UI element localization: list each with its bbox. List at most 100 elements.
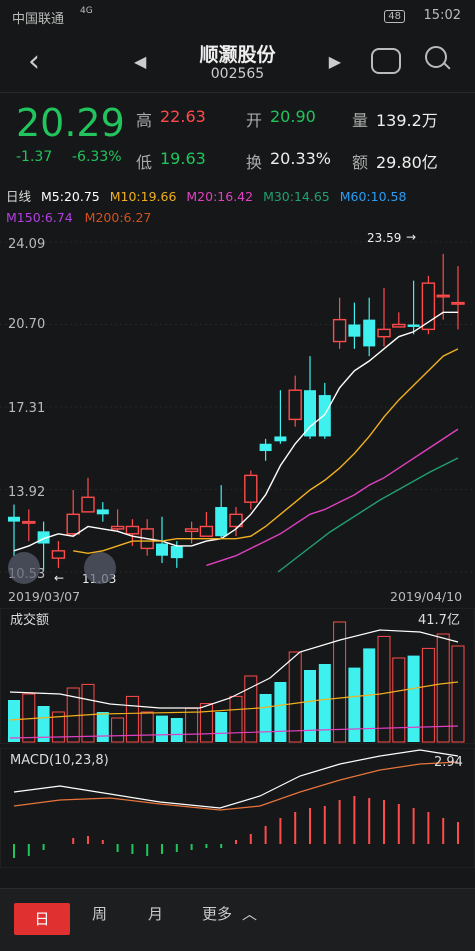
robot-icon[interactable] — [371, 48, 401, 74]
volume-chart[interactable]: 成交额 41.7亿 — [0, 608, 475, 744]
volume-bar — [185, 707, 199, 743]
candle-body — [304, 390, 316, 437]
search-icon[interactable] — [425, 46, 447, 68]
m30-line — [277, 457, 459, 573]
candle-body — [348, 324, 361, 337]
price-change: -1.37 — [16, 149, 53, 165]
period-tabs: 日 周 月 更多 ︿ — [0, 888, 475, 951]
tab-more[interactable]: 更多 — [202, 903, 232, 924]
amount-label: 额 — [352, 153, 369, 172]
ma-legend-2: M150:6.74 M200:6.27 — [6, 210, 475, 225]
chevron-up-icon[interactable]: ︿ — [242, 903, 257, 924]
ma60-label: M60:10.58 — [339, 189, 407, 204]
low-value: 19.63 — [160, 149, 206, 168]
kline-chart[interactable]: 24.09 20.70 17.31 13.92 10.53 23.59 → 11… — [0, 232, 475, 604]
ma10-label: M10:19.66 — [109, 189, 177, 204]
volume-bar — [451, 645, 465, 743]
zoom-out-icon[interactable] — [8, 552, 40, 584]
volume-panel-value: 41.7亿 — [418, 613, 460, 628]
x-start-date: 2019/03/07 — [8, 589, 80, 604]
period-label[interactable]: 日线 — [6, 189, 31, 204]
candle-body — [156, 543, 168, 556]
volume-panel-label: 成交额 — [10, 612, 49, 628]
volume-bar — [215, 712, 228, 742]
status-bar: 中国联通 4G 48 15:02 — [0, 0, 475, 34]
open-label: 开 — [246, 111, 263, 130]
arrow-left-icon: ← — [54, 571, 64, 585]
clock: 15:02 — [423, 8, 461, 23]
open-value: 20.90 — [270, 107, 316, 126]
high-label: 高 — [136, 111, 153, 130]
ma5-label: M5:20.75 — [41, 189, 100, 204]
amount-value: 29.80亿 — [376, 153, 438, 172]
volume-bar — [348, 667, 361, 742]
tab-day[interactable]: 日 — [14, 903, 70, 935]
candle-body — [274, 436, 287, 442]
tab-week[interactable]: 周 — [92, 903, 107, 924]
stock-name: 顺灏股份 — [199, 44, 276, 66]
quote-panel: 20.29 -1.37 -6.33% 高 22.63 低 19.63 开 20.… — [0, 92, 475, 177]
network-label: 4G — [80, 6, 93, 16]
ytick-label: 24.09 — [8, 237, 45, 252]
zoom-in-icon[interactable] — [84, 552, 116, 584]
price-change-pct: -6.33% — [72, 149, 122, 165]
volume-bar — [199, 703, 213, 743]
volume-bar — [229, 695, 243, 743]
macd-panel-label: MACD(10,23,8) — [10, 753, 109, 768]
volume-bar — [37, 706, 50, 742]
volume-bar — [421, 647, 435, 743]
candle-body — [244, 474, 258, 503]
turnover-label: 换 — [246, 153, 263, 172]
max-annotation: 23.59 — [367, 232, 401, 245]
candle-body — [22, 520, 36, 524]
candle-body — [125, 525, 140, 535]
candle-body — [318, 395, 331, 437]
candle-body — [51, 550, 66, 559]
ma150-label: M150:6.74 — [6, 210, 73, 225]
candle-body — [288, 389, 302, 421]
volume-bar — [140, 711, 154, 743]
low-label: 低 — [136, 153, 153, 172]
current-price: 20.29 — [16, 101, 125, 145]
candle-body — [377, 328, 391, 338]
candle-body — [81, 496, 95, 513]
volume-bar — [274, 682, 287, 742]
macd-chart[interactable]: MACD(10,23,8) 2.94 — [0, 748, 475, 868]
ytick-label: 13.92 — [8, 485, 45, 500]
macd-panel-value: 2.94 — [434, 755, 463, 770]
volume-label: 量 — [352, 111, 369, 130]
volume-bar — [111, 717, 125, 743]
header: ‹ ◀ 顺灏股份 002565 ▶ — [0, 34, 475, 92]
volume-bar — [81, 683, 95, 743]
ma-legend: 日线 M5:20.75 M10:19.66 M20:16.42 M30:14.6… — [6, 186, 475, 205]
volume-value: 139.2万 — [376, 111, 438, 130]
volume-bar — [392, 657, 406, 743]
volume-bar — [259, 694, 272, 742]
candle-body — [215, 507, 228, 537]
arrow-right-icon: → — [406, 232, 416, 244]
volume-bar — [407, 655, 420, 742]
ma20-label: M20:16.42 — [186, 189, 254, 204]
high-value: 22.63 — [160, 107, 206, 126]
candle-body — [96, 509, 109, 515]
next-stock-icon[interactable]: ▶ — [329, 52, 341, 71]
candle-body — [199, 525, 214, 537]
turnover-value: 20.33% — [270, 149, 332, 168]
tab-month[interactable]: 月 — [148, 903, 163, 924]
carrier-label: 中国联通 — [12, 12, 65, 27]
candle-body — [451, 301, 465, 305]
stock-code: 002565 — [210, 66, 265, 82]
candle-body — [259, 443, 272, 452]
candle-body — [8, 516, 20, 522]
candle-body — [407, 324, 420, 327]
ma30-label: M30:14.65 — [263, 189, 330, 204]
candle-body — [170, 545, 183, 559]
candle-body — [436, 294, 450, 298]
battery-icon: 48 — [384, 8, 405, 23]
candle-body — [392, 323, 406, 328]
volume-bar — [156, 715, 168, 742]
volume-bar — [96, 712, 109, 742]
ma200-label: M200:6.27 — [84, 210, 152, 225]
ytick-label: 17.31 — [8, 401, 45, 416]
ytick-label: 20.70 — [8, 317, 45, 332]
